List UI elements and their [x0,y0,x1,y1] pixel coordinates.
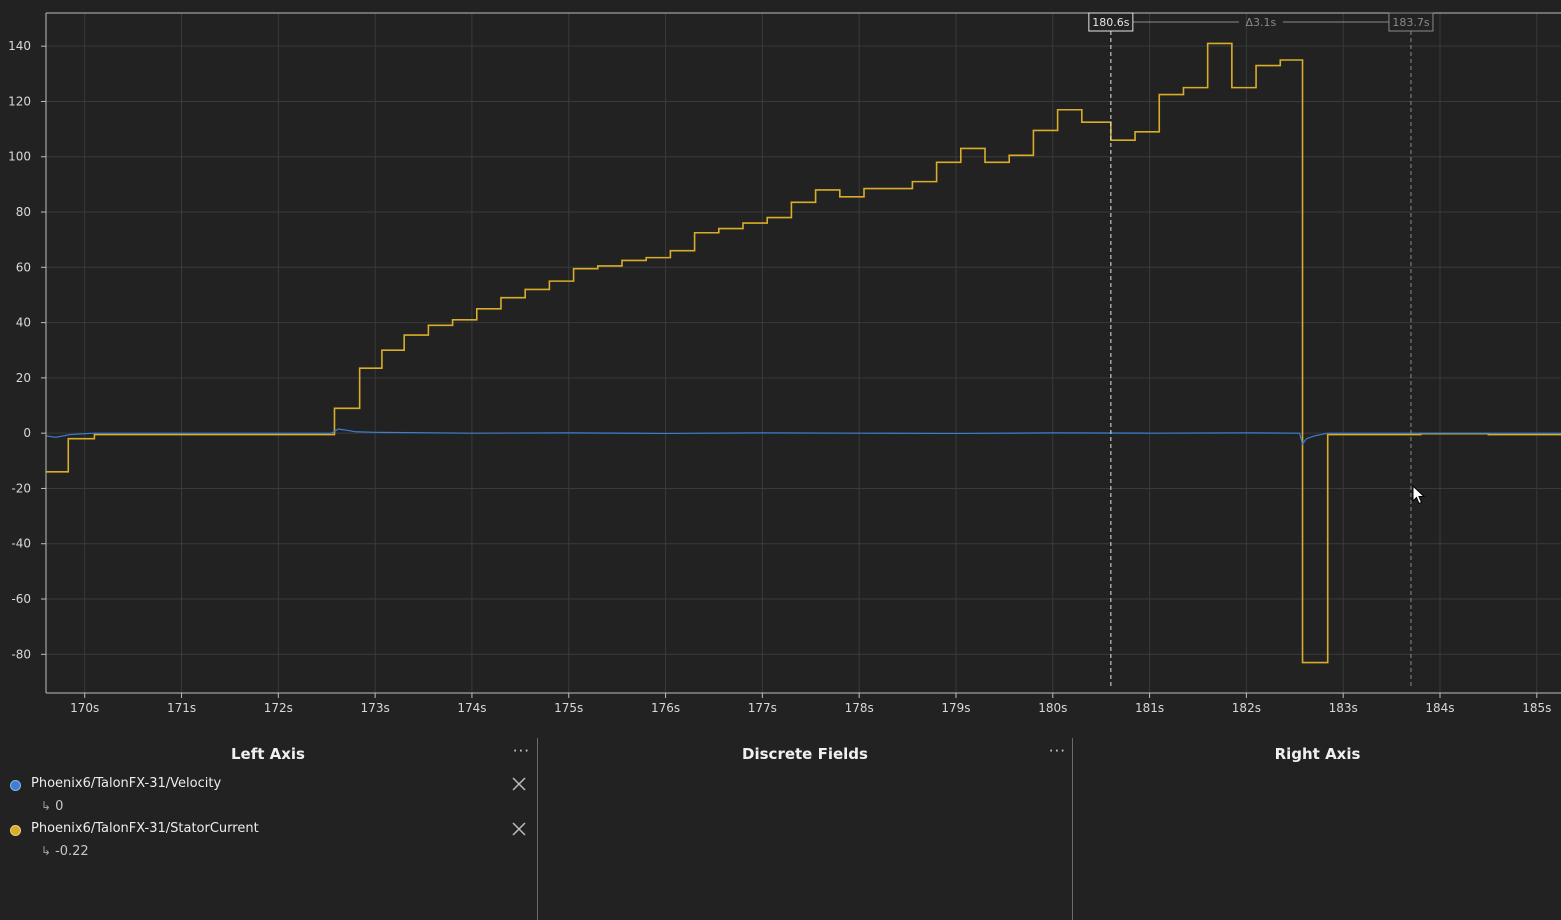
selection-label-secondary: 183.7s [1392,16,1429,29]
right-axis-title: Right Axis [1274,745,1361,763]
x-tick-label: 179s [941,701,970,715]
y-tick-label: 80 [16,205,31,219]
left-axis-title: Left Axis [230,745,305,763]
y-tick-label: 0 [23,426,31,440]
y-tick-label: 100 [8,150,31,164]
field-value-text: 0 [55,799,64,814]
series-layer [45,42,1561,664]
selection-markers[interactable]: 180.6s 183.7s Δ3.1s [1088,12,1434,688]
x-tick-label: 185s [1522,701,1551,715]
x-tick-label: 174s [457,701,486,715]
selection-label-primary: 180.6s [1092,16,1129,29]
y-tick-label: -20 [11,481,31,495]
line-graph[interactable]: 170s 171s 172s 173s 174s 175s 176s 177s 178s 179s… [0,0,1561,725]
legend-panel: Left Axis ··· Phoenix6/TalonFX-31/Veloci… [0,738,1561,920]
mouse-pointer-icon [1412,485,1426,505]
x-tick-label: 182s [1232,701,1261,715]
discrete-fields-section[interactable]: Discrete Fields ··· [537,738,1072,920]
selection-delta-label: Δ3.1s [1246,16,1277,29]
x-tick-label: 172s [264,701,293,715]
return-arrow-icon: ↳ [41,844,52,858]
y-tick-label: 20 [16,371,31,385]
x-tick-label: 183s [1329,701,1358,715]
x-tick-label: 184s [1425,701,1454,715]
plot-canvas[interactable]: 170s 171s 172s 173s 174s 175s 176s 177s 178s 179s… [0,0,1561,725]
y-tick-label: 140 [8,39,31,53]
y-tick-label: -40 [11,537,31,551]
close-icon[interactable] [511,821,527,837]
series-color-dot[interactable] [10,825,21,836]
x-tick-label: 178s [845,701,874,715]
field-value-text: -0.22 [55,844,89,859]
x-tick-label: 171s [167,701,196,715]
x-tick-label: 180s [1038,701,1067,715]
x-tick-label: 177s [748,701,777,715]
x-tick-label: 170s [70,701,99,715]
x-tick-label: 176s [651,701,680,715]
field-value: ↳ 0 [41,799,63,814]
right-axis-section[interactable]: Right Axis [1072,738,1561,920]
discrete-fields-title: Discrete Fields [742,745,868,763]
x-tick-label: 181s [1135,701,1164,715]
series-line-velocity [45,428,1561,446]
x-tick-label: 175s [554,701,583,715]
x-tick-label: 173s [361,701,390,715]
series-color-dot[interactable] [10,780,21,791]
series-line-statorcurrent [46,42,1561,664]
y-tick-label: -80 [11,647,31,661]
y-tick-label: -60 [11,592,31,606]
more-horizontal-icon[interactable]: ··· [1049,744,1066,759]
field-name: Phoenix6/TalonFX-31/StatorCurrent [31,821,259,836]
more-horizontal-icon[interactable]: ··· [513,744,530,759]
field-value: ↳ -0.22 [41,844,89,859]
field-row-stator-current[interactable]: Phoenix6/TalonFX-31/StatorCurrent ↳ -0.22 [9,821,536,859]
grid [46,13,1561,693]
close-icon[interactable] [511,776,527,792]
field-name: Phoenix6/TalonFX-31/Velocity [31,776,222,791]
field-row-velocity[interactable]: Phoenix6/TalonFX-31/Velocity ↳ 0 [9,776,536,814]
return-arrow-icon: ↳ [41,799,52,813]
y-tick-label: 120 [8,94,31,108]
y-tick-label: 60 [16,260,31,274]
left-axis-section[interactable]: Left Axis ··· Phoenix6/TalonFX-31/Veloci… [0,738,536,920]
y-tick-label: 40 [16,316,31,330]
